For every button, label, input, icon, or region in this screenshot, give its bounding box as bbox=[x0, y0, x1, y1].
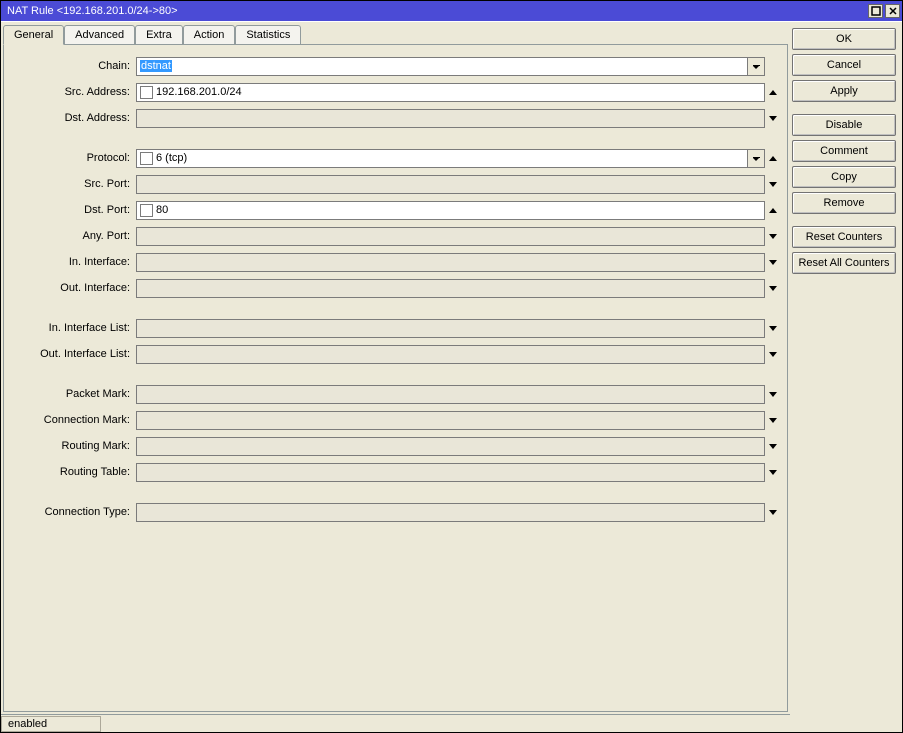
out-interface-input[interactable] bbox=[136, 279, 765, 298]
title-bar[interactable]: NAT Rule <192.168.201.0/24->80> bbox=[1, 1, 902, 21]
tab-general[interactable]: General bbox=[3, 25, 64, 45]
in-interface-list-toggle-icon[interactable] bbox=[765, 326, 781, 331]
any-port-input[interactable] bbox=[136, 227, 765, 246]
status-bar: enabled bbox=[1, 714, 790, 732]
row-dst-address: Dst. Address: bbox=[10, 107, 781, 129]
row-in-interface: In. Interface: bbox=[10, 251, 781, 273]
tab-statistics[interactable]: Statistics bbox=[235, 25, 301, 44]
window-title: NAT Rule <192.168.201.0/24->80> bbox=[7, 5, 868, 17]
reset-all-counters-button[interactable]: Reset All Counters bbox=[792, 252, 896, 274]
label-dst-address: Dst. Address: bbox=[10, 112, 136, 124]
protocol-input[interactable]: 6 (tcp) bbox=[136, 149, 748, 168]
disable-button[interactable]: Disable bbox=[792, 114, 896, 136]
packet-mark-input[interactable] bbox=[136, 385, 765, 404]
src-port-input[interactable] bbox=[136, 175, 765, 194]
any-port-toggle-icon[interactable] bbox=[765, 234, 781, 239]
row-chain: Chain: dstnat bbox=[10, 55, 781, 77]
row-src-address: Src. Address: 192.168.201.0/24 bbox=[10, 81, 781, 103]
label-dst-port: Dst. Port: bbox=[10, 204, 136, 216]
dst-address-toggle-icon[interactable] bbox=[765, 116, 781, 121]
packet-mark-toggle-icon[interactable] bbox=[765, 392, 781, 397]
copy-button[interactable]: Copy bbox=[792, 166, 896, 188]
maximize-button[interactable] bbox=[868, 4, 883, 18]
dst-address-input[interactable] bbox=[136, 109, 765, 128]
main-panel: General Advanced Extra Action Statistics… bbox=[1, 22, 790, 732]
button-panel: OK Cancel Apply Disable Comment Copy Rem… bbox=[790, 22, 902, 732]
remove-button[interactable]: Remove bbox=[792, 192, 896, 214]
label-out-interface-list: Out. Interface List: bbox=[10, 348, 136, 360]
connection-mark-toggle-icon[interactable] bbox=[765, 418, 781, 423]
label-any-port: Any. Port: bbox=[10, 230, 136, 242]
tabs-bar: General Advanced Extra Action Statistics bbox=[1, 22, 790, 44]
comment-button[interactable]: Comment bbox=[792, 140, 896, 162]
row-packet-mark: Packet Mark: bbox=[10, 383, 781, 405]
apply-button[interactable]: Apply bbox=[792, 80, 896, 102]
connection-type-input[interactable] bbox=[136, 503, 765, 522]
out-interface-toggle-icon[interactable] bbox=[765, 286, 781, 291]
reset-counters-button[interactable]: Reset Counters bbox=[792, 226, 896, 248]
out-interface-list-input[interactable] bbox=[136, 345, 765, 364]
label-src-address: Src. Address: bbox=[10, 86, 136, 98]
label-connection-mark: Connection Mark: bbox=[10, 414, 136, 426]
row-dst-port: Dst. Port: 80 bbox=[10, 199, 781, 221]
status-enabled: enabled bbox=[1, 716, 101, 732]
src-address-invert-checkbox[interactable] bbox=[140, 86, 153, 99]
in-interface-input[interactable] bbox=[136, 253, 765, 272]
dst-port-input[interactable]: 80 bbox=[136, 201, 765, 220]
label-in-interface-list: In. Interface List: bbox=[10, 322, 136, 334]
label-connection-type: Connection Type: bbox=[10, 506, 136, 518]
row-protocol: Protocol: 6 (tcp) bbox=[10, 147, 781, 169]
chain-dropdown-icon[interactable] bbox=[748, 57, 765, 76]
src-port-toggle-icon[interactable] bbox=[765, 182, 781, 187]
ok-button[interactable]: OK bbox=[792, 28, 896, 50]
close-button[interactable] bbox=[885, 4, 900, 18]
row-out-interface-list: Out. Interface List: bbox=[10, 343, 781, 365]
row-connection-mark: Connection Mark: bbox=[10, 409, 781, 431]
label-src-port: Src. Port: bbox=[10, 178, 136, 190]
routing-mark-input[interactable] bbox=[136, 437, 765, 456]
tab-content: Chain: dstnat Src. Address: bbox=[3, 44, 788, 712]
label-packet-mark: Packet Mark: bbox=[10, 388, 136, 400]
src-address-input[interactable]: 192.168.201.0/24 bbox=[136, 83, 765, 102]
src-address-toggle-icon[interactable] bbox=[765, 90, 781, 95]
protocol-invert-checkbox[interactable] bbox=[140, 152, 153, 165]
connection-mark-input[interactable] bbox=[136, 411, 765, 430]
tab-extra[interactable]: Extra bbox=[135, 25, 183, 44]
row-routing-mark: Routing Mark: bbox=[10, 435, 781, 457]
out-interface-list-toggle-icon[interactable] bbox=[765, 352, 781, 357]
in-interface-toggle-icon[interactable] bbox=[765, 260, 781, 265]
dst-port-value: 80 bbox=[156, 204, 168, 216]
label-routing-mark: Routing Mark: bbox=[10, 440, 136, 452]
tab-action[interactable]: Action bbox=[183, 25, 236, 44]
row-out-interface: Out. Interface: bbox=[10, 277, 781, 299]
src-address-value: 192.168.201.0/24 bbox=[156, 86, 242, 98]
row-any-port: Any. Port: bbox=[10, 225, 781, 247]
label-out-interface: Out. Interface: bbox=[10, 282, 136, 294]
chain-value: dstnat bbox=[140, 60, 172, 72]
tab-advanced[interactable]: Advanced bbox=[64, 25, 135, 44]
connection-type-toggle-icon[interactable] bbox=[765, 510, 781, 515]
label-in-interface: In. Interface: bbox=[10, 256, 136, 268]
row-in-interface-list: In. Interface List: bbox=[10, 317, 781, 339]
dst-port-invert-checkbox[interactable] bbox=[140, 204, 153, 217]
window-controls bbox=[868, 4, 900, 18]
row-src-port: Src. Port: bbox=[10, 173, 781, 195]
routing-table-toggle-icon[interactable] bbox=[765, 470, 781, 475]
protocol-value: 6 (tcp) bbox=[156, 152, 187, 164]
nat-rule-window: NAT Rule <192.168.201.0/24->80> General … bbox=[0, 0, 903, 733]
label-routing-table: Routing Table: bbox=[10, 466, 136, 478]
row-routing-table: Routing Table: bbox=[10, 461, 781, 483]
dst-port-toggle-icon[interactable] bbox=[765, 208, 781, 213]
protocol-dropdown-icon[interactable] bbox=[748, 149, 765, 168]
protocol-toggle-icon[interactable] bbox=[765, 156, 781, 161]
label-chain: Chain: bbox=[10, 60, 136, 72]
cancel-button[interactable]: Cancel bbox=[792, 54, 896, 76]
in-interface-list-input[interactable] bbox=[136, 319, 765, 338]
label-protocol: Protocol: bbox=[10, 152, 136, 164]
routing-table-input[interactable] bbox=[136, 463, 765, 482]
chain-input[interactable]: dstnat bbox=[136, 57, 748, 76]
row-connection-type: Connection Type: bbox=[10, 501, 781, 523]
client-area: General Advanced Extra Action Statistics… bbox=[1, 21, 902, 732]
routing-mark-toggle-icon[interactable] bbox=[765, 444, 781, 449]
